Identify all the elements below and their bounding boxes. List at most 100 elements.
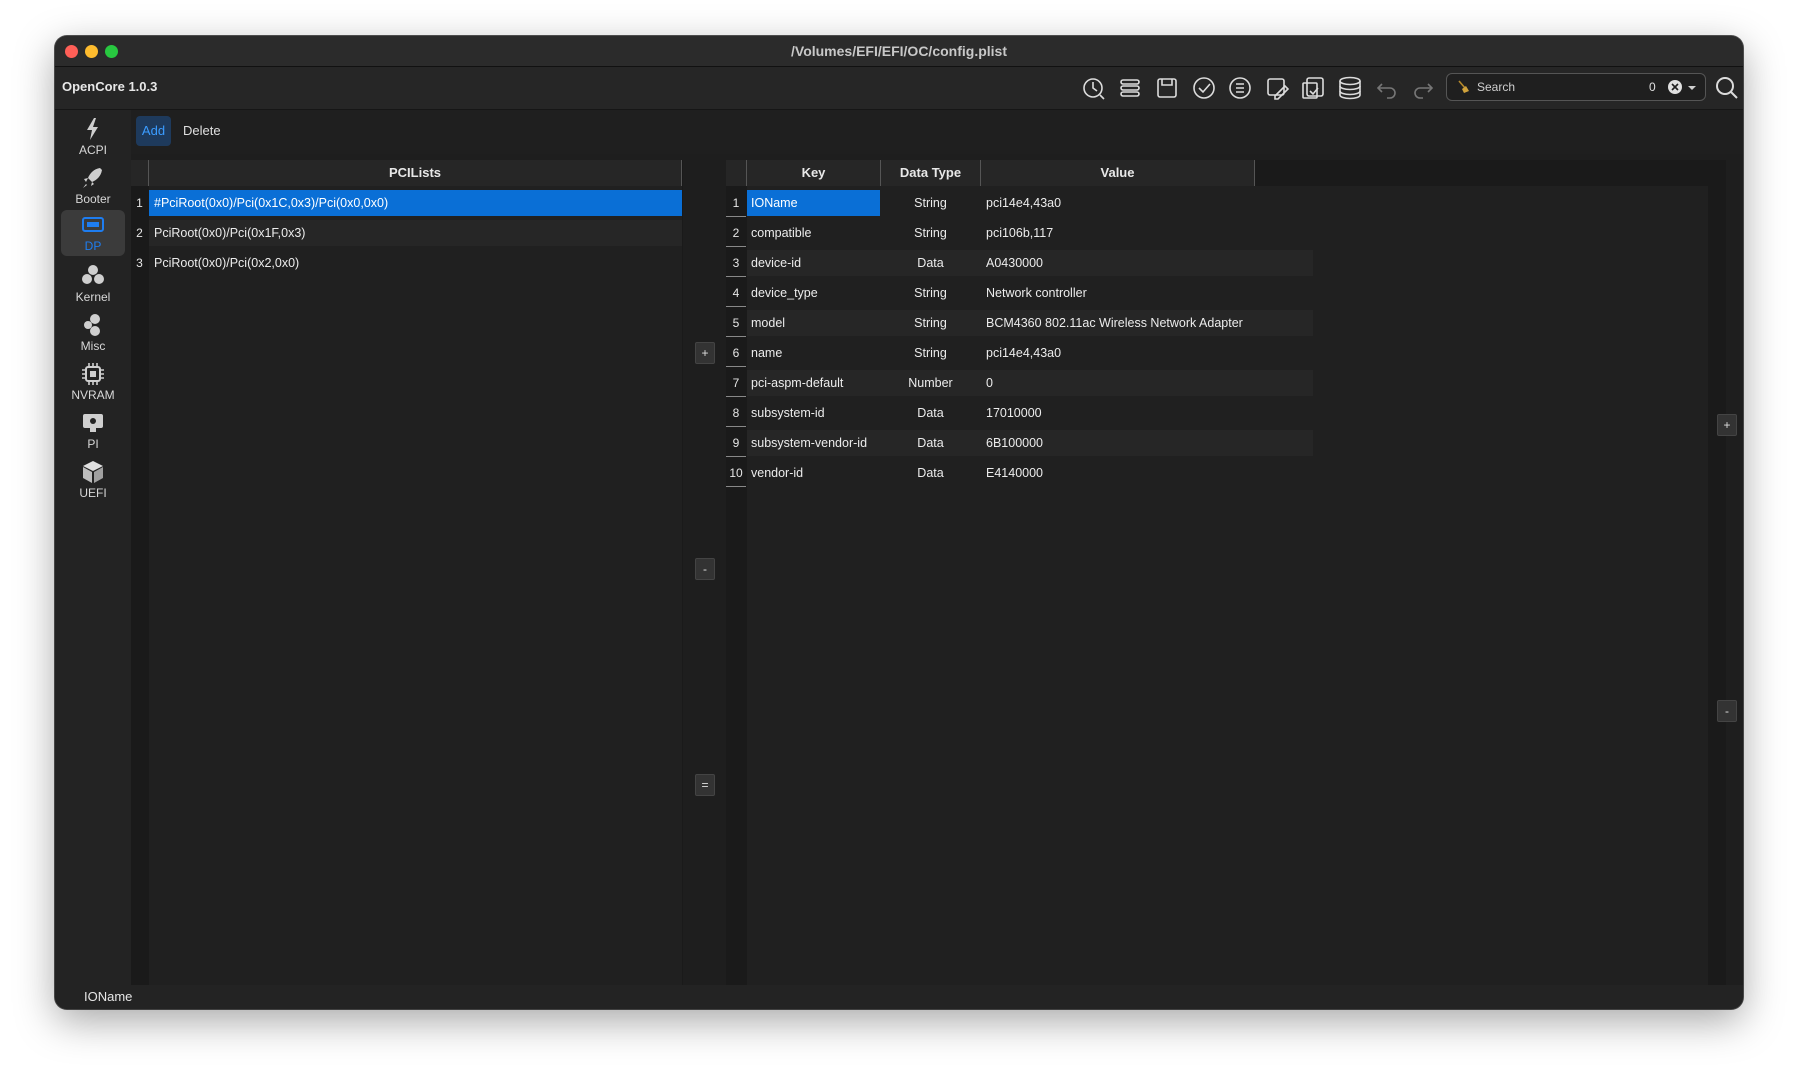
sidebar-item-dp[interactable]: DP <box>61 210 125 256</box>
table-row[interactable]: PciRoot(0x0)/Pci(0x1F,0x3) <box>149 220 682 246</box>
value-column-header[interactable]: Value <box>981 160 1255 186</box>
table-row[interactable]: IOName String pci14e4,43a0 <box>747 190 1313 216</box>
check-icon[interactable] <box>1190 74 1218 102</box>
property-value[interactable]: pci106b,117 <box>981 220 1271 246</box>
edit-config-icon[interactable] <box>1263 74 1291 102</box>
search-input[interactable]: Search <box>1477 80 1515 94</box>
table-row[interactable]: #PciRoot(0x0)/Pci(0x1C,0x3)/Pci(0x0,0x0) <box>149 190 682 216</box>
property-key[interactable]: subsystem-vendor-id <box>747 430 880 456</box>
property-key[interactable]: IOName <box>747 190 880 216</box>
property-key[interactable]: name <box>747 340 880 366</box>
import-icon[interactable] <box>1299 74 1327 102</box>
remove-property-button[interactable]: - <box>1717 700 1737 722</box>
row-number: 1 <box>136 196 143 210</box>
key-column-header[interactable]: Key <box>747 160 881 186</box>
property-type[interactable]: Data <box>881 400 980 426</box>
property-value[interactable]: BCM4360 802.11ac Wireless Network Adapte… <box>981 310 1271 336</box>
window-title: /Volumes/EFI/EFI/OC/config.plist <box>791 43 1007 59</box>
sidebar-item-acpi[interactable]: ACPI <box>61 114 125 160</box>
property-type[interactable]: String <box>881 310 980 336</box>
property-key[interactable]: model <box>747 310 880 336</box>
pci-path: #PciRoot(0x0)/Pci(0x1C,0x3)/Pci(0x0,0x0) <box>154 196 389 210</box>
sidebar-item-label: PI <box>87 437 99 451</box>
search-icon[interactable] <box>1713 74 1741 102</box>
section-tab-bar: Add Delete <box>131 110 1743 154</box>
property-type[interactable]: Data <box>881 250 980 276</box>
pci-path: PciRoot(0x0)/Pci(0x1F,0x3) <box>154 226 306 240</box>
property-value[interactable]: E4140000 <box>981 460 1271 486</box>
rocket-icon <box>83 168 102 188</box>
toolbar: OpenCore 1.0.3 Search 0 <box>55 67 1743 110</box>
sidebar-item-uefi[interactable]: UEFI <box>61 457 125 503</box>
chip-icon <box>82 363 104 385</box>
property-type[interactable]: Data <box>881 430 980 456</box>
sidebar-item-booter[interactable]: Booter <box>61 163 125 209</box>
table-row[interactable]: subsystem-id Data 17010000 <box>747 400 1313 426</box>
property-value[interactable]: pci14e4,43a0 <box>981 340 1271 366</box>
search-field[interactable]: Search 0 <box>1446 73 1706 101</box>
property-type[interactable]: String <box>881 190 980 216</box>
property-type[interactable]: String <box>881 220 980 246</box>
pci-list-table: PCILists 1 #PciRoot(0x0)/Pci(0x1C,0x3)/P… <box>131 160 683 985</box>
sidebar-item-misc[interactable]: Misc <box>61 310 125 356</box>
table-row[interactable]: PciRoot(0x0)/Pci(0x2,0x0) <box>149 250 682 276</box>
pci-list-body <box>149 186 682 985</box>
property-key[interactable]: pci-aspm-default <box>747 370 880 396</box>
property-key[interactable]: vendor-id <box>747 460 880 486</box>
display-port-icon <box>82 217 104 232</box>
row-number: 6 <box>726 340 746 367</box>
table-row[interactable]: compatible String pci106b,117 <box>747 220 1313 246</box>
table-row[interactable]: pci-aspm-default Number 0 <box>747 370 1313 396</box>
table-row[interactable]: name String pci14e4,43a0 <box>747 340 1313 366</box>
add-property-button[interactable]: + <box>1717 414 1737 436</box>
undo-icon[interactable] <box>1373 74 1401 102</box>
app-name: OpenCore 1.0.3 <box>62 79 158 94</box>
clear-search-icon[interactable] <box>1667 79 1683 95</box>
compare-list-icon[interactable] <box>1226 74 1254 102</box>
property-key[interactable]: compatible <box>747 220 880 246</box>
property-key[interactable]: device_type <box>747 280 880 306</box>
row-number: 2 <box>726 220 746 247</box>
sidebar-item-pi[interactable]: PI <box>61 408 125 454</box>
property-value[interactable]: 6B100000 <box>981 430 1271 456</box>
status-bar: IOName <box>55 985 1743 1009</box>
property-key[interactable]: device-id <box>747 250 880 276</box>
database-icon[interactable] <box>1336 74 1364 102</box>
tab-add[interactable]: Add <box>136 116 171 146</box>
list-icon[interactable] <box>1116 74 1144 102</box>
property-value[interactable]: A0430000 <box>981 250 1271 276</box>
row-number: 1 <box>726 190 746 217</box>
type-column-header[interactable]: Data Type <box>881 160 981 186</box>
redo-icon[interactable] <box>1409 74 1437 102</box>
property-value[interactable]: Network controller <box>981 280 1271 306</box>
sidebar-item-nvram[interactable]: NVRAM <box>61 359 125 405</box>
copy-row-button[interactable]: = <box>695 774 715 796</box>
property-type[interactable]: String <box>881 340 980 366</box>
property-type[interactable]: Number <box>881 370 980 396</box>
property-key[interactable]: subsystem-id <box>747 400 880 426</box>
chevron-down-icon[interactable] <box>1687 84 1697 92</box>
row-number: 9 <box>726 430 746 457</box>
row-number: 3 <box>726 250 746 277</box>
rownum-header <box>131 160 149 186</box>
row-number: 7 <box>726 370 746 397</box>
property-value[interactable]: pci14e4,43a0 <box>981 190 1271 216</box>
table-row[interactable]: device_type String Network controller <box>747 280 1313 306</box>
table-row[interactable]: subsystem-vendor-id Data 6B100000 <box>747 430 1313 456</box>
recent-files-icon[interactable] <box>1080 74 1108 102</box>
add-row-button[interactable]: + <box>695 342 715 364</box>
tab-delete[interactable]: Delete <box>177 116 227 146</box>
table-row[interactable]: device-id Data A0430000 <box>747 250 1313 276</box>
property-value[interactable]: 17010000 <box>981 400 1271 426</box>
sidebar-item-kernel[interactable]: Kernel <box>61 261 125 307</box>
property-type[interactable]: Data <box>881 460 980 486</box>
save-icon[interactable] <box>1153 74 1181 102</box>
sidebar: ACPI Booter DP Kernel Misc NVRAM PI UEFI <box>55 110 131 985</box>
monitor-icon <box>83 414 103 432</box>
pci-path: PciRoot(0x0)/Pci(0x2,0x0) <box>154 256 300 270</box>
table-row[interactable]: vendor-id Data E4140000 <box>747 460 1313 486</box>
remove-row-button[interactable]: - <box>695 558 715 580</box>
property-type[interactable]: String <box>881 280 980 306</box>
table-row[interactable]: model String BCM4360 802.11ac Wireless Net… <box>747 310 1313 336</box>
property-value[interactable]: 0 <box>981 370 1271 396</box>
